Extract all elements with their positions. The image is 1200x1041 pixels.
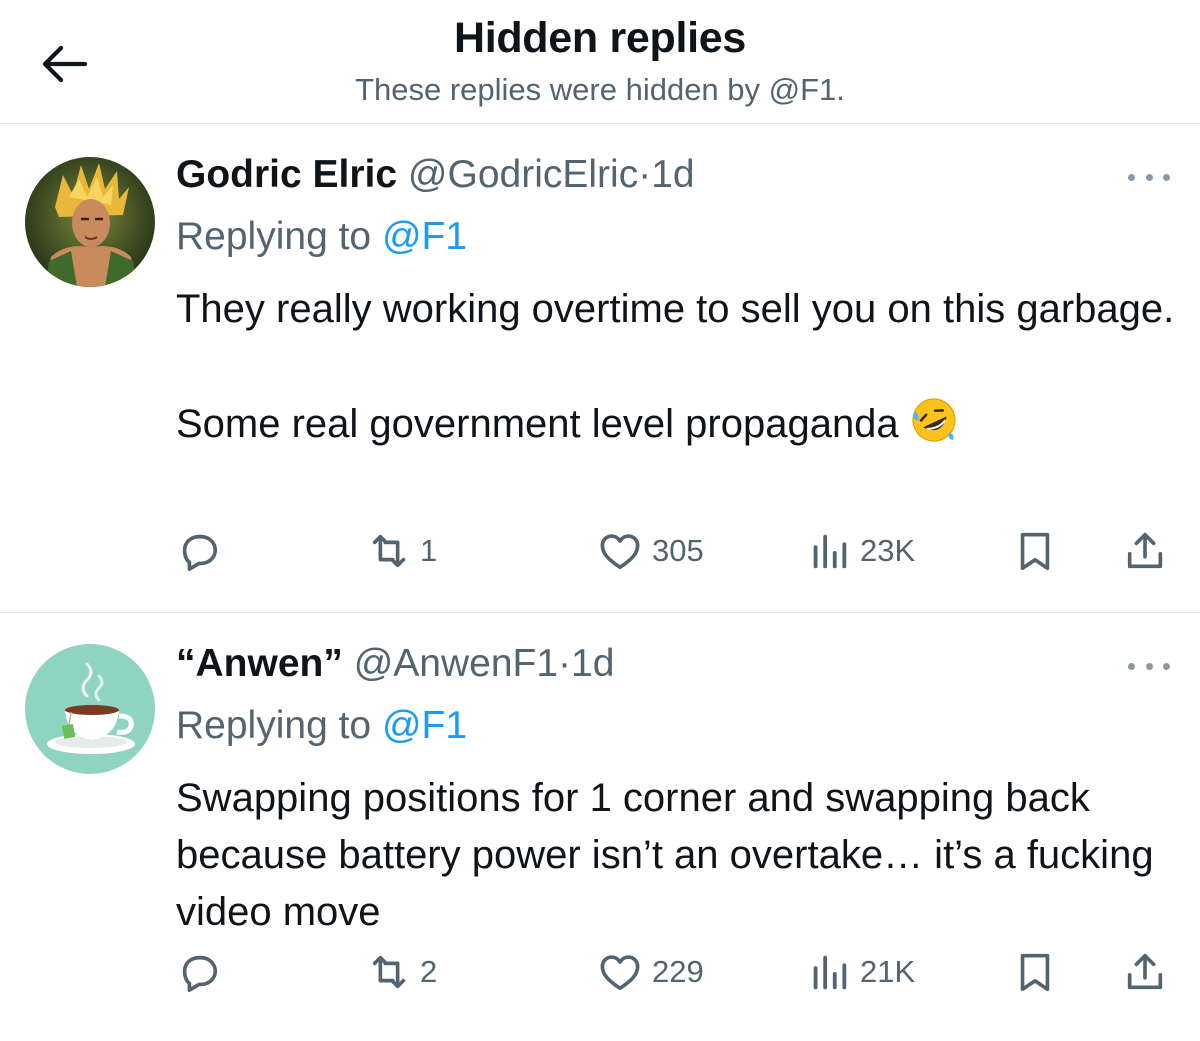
- tweet-text-line: Swapping positions for 1 corner and swap…: [176, 776, 1154, 934]
- bookmark-button[interactable]: [1012, 523, 1058, 579]
- retweet-button[interactable]: 2: [366, 944, 437, 1000]
- views-icon: [813, 534, 847, 569]
- reply-icon: [182, 534, 218, 572]
- tweet-text-line: They really working overtime to sell you…: [176, 287, 1175, 331]
- reply-tweet[interactable]: “Anwen” @AnwenF1·1d Replying to @F1 Swap…: [0, 614, 1200, 1041]
- more-button[interactable]: [1128, 654, 1170, 678]
- retweet-count: 2: [420, 954, 438, 989]
- retweet-icon: [372, 534, 406, 568]
- tweet-actions: 2 229 21K: [176, 944, 1176, 1000]
- rolling-laughing-emoji-icon: [909, 395, 959, 461]
- display-name[interactable]: Godric Elric: [176, 153, 397, 196]
- header: Hidden replies These replies were hidden…: [0, 0, 1200, 124]
- more-icon: [1128, 662, 1135, 670]
- bookmark-button[interactable]: [1012, 944, 1058, 1000]
- share-button[interactable]: [1122, 523, 1168, 579]
- like-button[interactable]: 305: [596, 523, 704, 579]
- tweet-text-line: Some real government level propaganda: [176, 402, 899, 446]
- like-icon: [600, 534, 640, 570]
- share-icon: [1127, 953, 1163, 990]
- share-button[interactable]: [1122, 944, 1168, 1000]
- tweet-header: Godric Elric @GodricElric·1d: [176, 151, 695, 199]
- timestamp[interactable]: 1d: [571, 642, 614, 685]
- user-handle[interactable]: @AnwenF1: [354, 642, 558, 685]
- reply-icon: [182, 955, 218, 993]
- replying-to: Replying to @F1: [176, 213, 467, 261]
- more-button[interactable]: [1128, 165, 1170, 189]
- reply-tweet[interactable]: Godric Elric @GodricElric·1d Replying to…: [0, 125, 1200, 613]
- page-subtitle: These replies were hidden by @F1.: [355, 72, 845, 107]
- replying-to: Replying to @F1: [176, 702, 467, 750]
- tweet-actions: 1 305 23K: [176, 523, 1176, 579]
- replying-prefix: Replying to: [176, 704, 372, 747]
- tweet-header: “Anwen” @AnwenF1·1d: [176, 640, 614, 688]
- avatar[interactable]: [25, 157, 155, 287]
- avatar[interactable]: [25, 644, 155, 774]
- separator-dot: ·: [558, 642, 572, 685]
- views-count: 21K: [860, 954, 916, 989]
- views-button[interactable]: 21K: [806, 944, 915, 1000]
- mention-link[interactable]: @F1: [382, 704, 467, 747]
- views-button[interactable]: 23K: [806, 523, 915, 579]
- tweet-text: Swapping positions for 1 corner and swap…: [176, 770, 1186, 941]
- tweet-text: They really working overtime to sell you…: [176, 281, 1186, 461]
- avatar-image: [25, 157, 155, 287]
- more-icon: [1128, 173, 1135, 181]
- display-name[interactable]: “Anwen”: [176, 642, 343, 685]
- separator-dot: ·: [638, 153, 652, 196]
- like-count: 229: [652, 954, 704, 989]
- retweet-count: 1: [420, 533, 438, 568]
- bookmark-icon: [1020, 953, 1050, 992]
- avatar-image: [25, 644, 155, 774]
- mention-link[interactable]: @F1: [382, 215, 467, 258]
- retweet-icon: [372, 955, 406, 989]
- like-count: 305: [652, 533, 704, 568]
- views-count: 23K: [860, 533, 916, 568]
- like-button[interactable]: 229: [596, 944, 704, 1000]
- reply-button[interactable]: [176, 944, 222, 1000]
- like-icon: [600, 955, 640, 991]
- retweet-button[interactable]: 1: [366, 523, 437, 579]
- share-icon: [1127, 532, 1163, 569]
- reply-button[interactable]: [176, 523, 222, 579]
- timestamp[interactable]: 1d: [651, 153, 694, 196]
- page-title: Hidden replies: [453, 14, 747, 62]
- bookmark-icon: [1020, 532, 1050, 571]
- hidden-replies-page: Hidden replies These replies were hidden…: [0, 0, 1200, 1041]
- user-handle[interactable]: @GodricElric: [408, 153, 638, 196]
- views-icon: [813, 955, 847, 990]
- replying-prefix: Replying to: [176, 215, 372, 258]
